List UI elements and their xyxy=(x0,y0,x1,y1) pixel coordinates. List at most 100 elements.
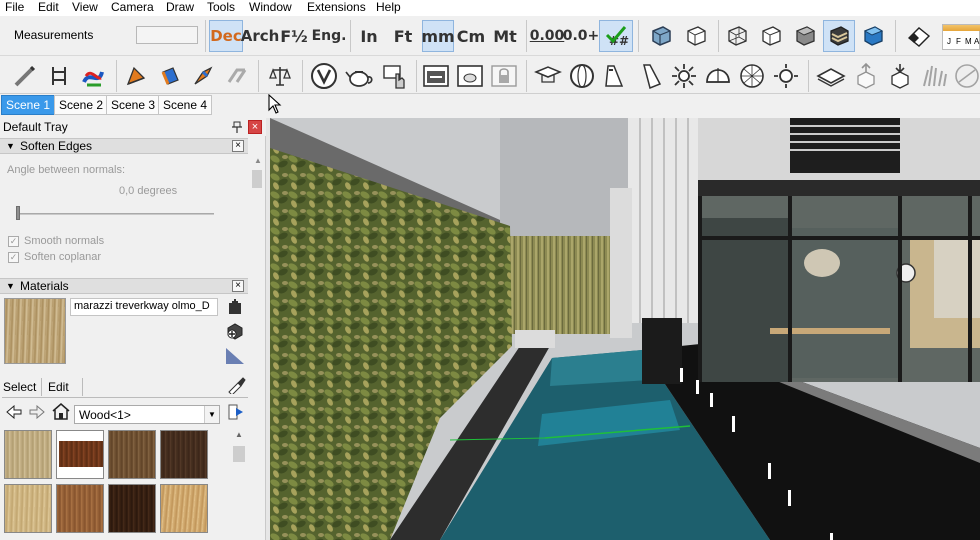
menu-edit[interactable]: Edit xyxy=(38,0,59,14)
dimension-button[interactable] xyxy=(44,60,74,92)
interactive-render-button[interactable] xyxy=(380,60,412,92)
material-swatch[interactable] xyxy=(108,484,156,533)
menu-draw[interactable]: Draw xyxy=(166,0,194,14)
unit-cm-button[interactable]: Cm xyxy=(456,20,486,52)
eraser-style-button[interactable] xyxy=(902,20,936,52)
unit-feet-button[interactable]: Ft xyxy=(388,20,418,52)
clipper-button[interactable] xyxy=(952,60,980,92)
unit-engineering-button[interactable]: Eng. xyxy=(312,20,347,52)
soften-coplanar-checkbox[interactable]: ✓ xyxy=(8,252,19,263)
material-swatch[interactable] xyxy=(108,430,156,479)
back-arrow-icon[interactable] xyxy=(6,405,22,419)
precision-decrease-button[interactable]: 0.00 xyxy=(530,20,565,52)
material-editor-button[interactable] xyxy=(454,60,486,92)
unit-architectural-button[interactable]: Arch xyxy=(241,20,280,52)
hidden-line-button[interactable] xyxy=(756,20,786,52)
swatch-scrollbar[interactable]: ▲ xyxy=(232,430,246,540)
menu-help[interactable]: Help xyxy=(376,0,401,14)
smoove-button[interactable] xyxy=(222,60,252,92)
paint-tool-button[interactable] xyxy=(155,60,185,92)
menu-tools[interactable]: Tools xyxy=(207,0,235,14)
sample-paint-button[interactable] xyxy=(188,60,218,92)
tray-close-button[interactable]: × xyxy=(248,120,262,134)
angle-slider-track[interactable] xyxy=(16,213,214,215)
shaded-textures-button[interactable] xyxy=(823,20,855,52)
material-name-input[interactable]: marazzi treverkway olmo_D xyxy=(70,298,218,316)
material-swatch[interactable] xyxy=(160,430,208,479)
soften-edges-header[interactable]: ▼ Soften Edges × xyxy=(0,138,248,154)
vray-render-button[interactable] xyxy=(307,60,341,92)
light-gen-button[interactable] xyxy=(770,60,802,92)
scene-tab-1[interactable]: Scene 1 xyxy=(1,95,56,115)
details-arrow-icon[interactable] xyxy=(228,404,244,420)
fur-button[interactable] xyxy=(918,60,950,92)
smooth-normals-checkbox[interactable]: ✓ xyxy=(8,236,19,247)
ies-light-button[interactable] xyxy=(634,60,666,92)
scroll-thumb[interactable] xyxy=(233,446,245,462)
add-to-model-icon[interactable] xyxy=(226,322,244,340)
menu-view[interactable]: View xyxy=(72,0,98,14)
pin-icon[interactable] xyxy=(232,121,242,133)
material-swatch[interactable] xyxy=(59,441,103,467)
lock-camera-button[interactable] xyxy=(488,60,520,92)
xray-style-button[interactable] xyxy=(645,20,677,52)
paint-bucket-button[interactable] xyxy=(121,60,151,92)
material-swatch[interactable] xyxy=(160,484,208,533)
follow-me-button[interactable] xyxy=(10,60,40,92)
show-units-toggle[interactable]: ## xyxy=(599,20,633,52)
materials-header[interactable]: ▼ Materials × xyxy=(0,278,248,294)
monochrome-button[interactable] xyxy=(858,20,888,52)
measurements-input[interactable] xyxy=(136,26,198,44)
omni-light-button[interactable] xyxy=(668,60,700,92)
infinite-plane-button[interactable] xyxy=(814,60,848,92)
sandbox-button[interactable] xyxy=(78,60,108,92)
shadow-month-slider[interactable]: J F M A xyxy=(942,24,980,50)
scene-tab-3[interactable]: Scene 3 xyxy=(106,95,161,115)
sphere-light-button[interactable] xyxy=(566,60,598,92)
sample-paint-icon[interactable] xyxy=(224,346,246,366)
scroll-thumb[interactable] xyxy=(252,170,262,188)
unit-decimal-button[interactable]: Dec xyxy=(209,20,243,52)
materials-edit-tab[interactable]: Edit xyxy=(41,378,83,396)
scene-tab-4[interactable]: Scene 4 xyxy=(158,95,213,115)
import-proxy-button[interactable] xyxy=(884,60,916,92)
menu-extensions[interactable]: Extensions xyxy=(307,0,366,14)
wireframe-button[interactable] xyxy=(722,20,752,52)
unit-fractional-button[interactable]: F½ xyxy=(278,20,310,52)
scene-tab-2[interactable]: Scene 2 xyxy=(54,95,109,115)
shaded-button[interactable] xyxy=(790,20,820,52)
frame-buffer-button[interactable] xyxy=(420,60,452,92)
material-editor-icon xyxy=(457,65,483,87)
unit-meter-button[interactable]: Mt xyxy=(490,20,520,52)
close-icon[interactable]: × xyxy=(232,140,244,152)
menu-camera[interactable]: Camera xyxy=(111,0,154,14)
close-icon[interactable]: × xyxy=(232,280,244,292)
graduate-light-button[interactable] xyxy=(532,60,564,92)
unit-inch-button[interactable]: In xyxy=(354,20,384,52)
eyedropper-icon[interactable] xyxy=(226,374,246,394)
mesh-light-button[interactable] xyxy=(736,60,768,92)
material-preview-swatch[interactable] xyxy=(4,298,66,364)
create-material-icon[interactable] xyxy=(228,299,242,315)
material-swatch[interactable] xyxy=(56,484,104,533)
balance-button[interactable] xyxy=(265,60,295,92)
model-viewport[interactable] xyxy=(270,118,980,540)
home-icon[interactable] xyxy=(52,403,70,420)
material-swatch[interactable] xyxy=(4,484,52,533)
material-library-dropdown[interactable]: Wood<1> ▼ xyxy=(74,405,220,424)
chevron-down-icon[interactable]: ▼ xyxy=(204,406,219,423)
export-proxy-button[interactable] xyxy=(850,60,882,92)
precision-increase-button[interactable]: 0.0+ xyxy=(563,20,600,52)
back-edges-button[interactable] xyxy=(680,20,712,52)
materials-select-tab[interactable]: Select xyxy=(3,380,36,394)
spot-light-button[interactable] xyxy=(600,60,632,92)
menu-file[interactable]: File xyxy=(5,0,24,14)
dome-light-button[interactable] xyxy=(702,60,734,92)
angle-slider-thumb[interactable] xyxy=(16,206,20,220)
teapot-render-button[interactable] xyxy=(343,60,377,92)
forward-arrow-icon[interactable] xyxy=(29,405,45,419)
soften-scrollbar[interactable]: ▲ xyxy=(250,154,264,282)
material-swatch[interactable] xyxy=(4,430,52,479)
unit-mm-button[interactable]: mm xyxy=(421,20,455,52)
menu-window[interactable]: Window xyxy=(249,0,292,14)
